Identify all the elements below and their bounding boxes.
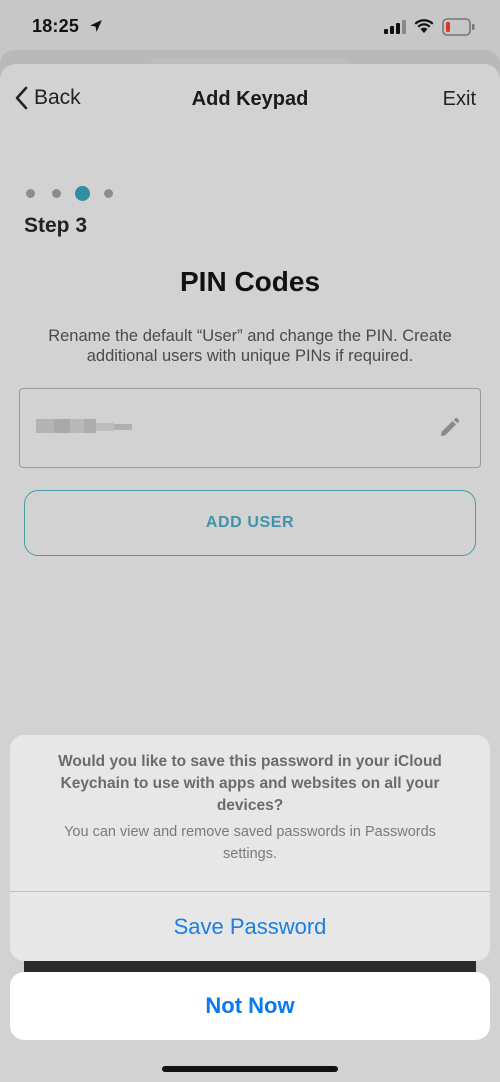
save-password-action-sheet: Would you like to save this password in … [10, 735, 490, 961]
add-user-button[interactable]: ADD USER [24, 490, 476, 556]
step-label: Step 3 [24, 214, 88, 237]
save-password-subtext: You can view and remove saved passwords … [64, 824, 436, 862]
step-dot-active [75, 186, 90, 201]
status-time: 18:25 [32, 16, 80, 36]
home-indicator [162, 1066, 338, 1072]
user-list-item[interactable] [19, 388, 481, 468]
exit-button[interactable]: Exit [443, 88, 476, 111]
page-description: Rename the default “User” and change the… [48, 327, 452, 365]
battery-icon [442, 18, 476, 41]
status-bar: 18:25 [0, 0, 500, 56]
step-dot [104, 189, 113, 198]
nav-bar: Back Add Keypad Exit [0, 64, 500, 134]
cellular-signal-icon [384, 20, 406, 39]
edit-pencil-icon[interactable] [438, 417, 460, 444]
step-dot [52, 189, 61, 198]
wifi-icon [414, 18, 434, 39]
step-indicator [26, 186, 130, 201]
step-dot [26, 189, 35, 198]
user-name-obscured [36, 419, 132, 435]
nav-title: Add Keypad [191, 88, 309, 110]
save-password-message: Would you like to save this password in … [58, 753, 442, 814]
page-title: PIN Codes [179, 266, 321, 297]
location-arrow-icon [88, 18, 104, 39]
not-now-button[interactable]: Not Now [10, 972, 490, 1040]
save-password-button[interactable]: Save Password [10, 892, 490, 961]
